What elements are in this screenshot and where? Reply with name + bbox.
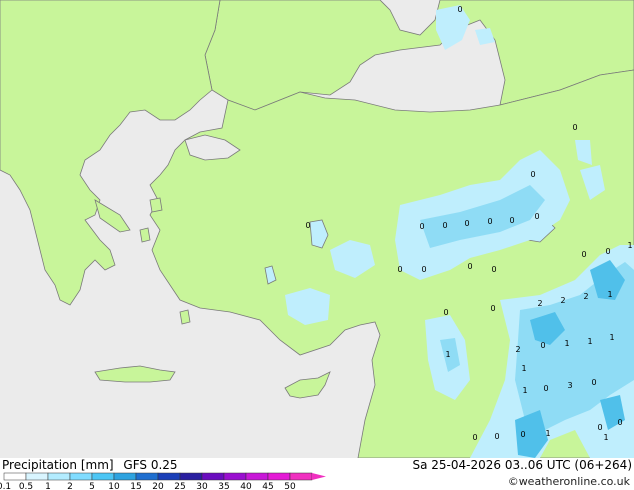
map-value-label: 0: [494, 432, 499, 441]
land-rhodes: [179, 309, 191, 325]
map-value-label: 0: [472, 433, 477, 442]
legend-swatch: [69, 472, 93, 481]
legend-swatch: [91, 472, 115, 481]
legend-tick-label: 35: [218, 482, 229, 490]
legend-tick-label: 25: [174, 482, 185, 490]
legend-swatch: [223, 472, 247, 481]
legend-arrow: [312, 473, 326, 480]
legend-swatch: [157, 472, 181, 481]
map-value-label: 2: [583, 292, 588, 301]
map-value-label: 0: [419, 222, 424, 231]
legend-tick-label: 45: [262, 482, 273, 490]
map-value-label: 0: [534, 212, 539, 221]
legend-tick-label: 50: [284, 482, 296, 490]
legend-swatch: [25, 472, 49, 481]
map-value-label: 1: [521, 364, 526, 373]
legend-swatch: [245, 472, 269, 481]
map-value-label: 0: [467, 262, 472, 271]
legend-swatch: [3, 472, 27, 481]
model-label: GFS 0.25: [123, 458, 178, 472]
map-value-label: 2: [537, 299, 542, 308]
map-value-label: 0: [442, 221, 447, 230]
map-value-label: 0: [464, 219, 469, 228]
map-value-label: 0: [491, 265, 496, 274]
map-value-label: 0: [443, 308, 448, 317]
map-value-label: 0: [397, 265, 402, 274]
legend-tick-label: 1: [45, 482, 51, 490]
map-value-label: 1: [607, 290, 612, 299]
map-value-label: 0: [572, 123, 577, 132]
map-value-label: 2: [560, 296, 565, 305]
map-value-label: 3: [567, 381, 572, 390]
weather-map-page: 0000000000000000010222120111111030000001…: [0, 0, 634, 490]
legend-tick-label: 2: [67, 482, 73, 490]
map-title: Precipitation [mm] GFS 0.25: [2, 458, 184, 472]
legend-tick-label: 40: [240, 482, 252, 490]
legend-tick-label: 20: [152, 482, 164, 490]
map-value-label: 0: [581, 250, 586, 259]
legend-swatch: [267, 472, 291, 481]
legend-swatch: [47, 472, 71, 481]
legend-swatch: [289, 472, 313, 481]
map-value-label: 1: [603, 433, 608, 442]
map-value-label: 0: [530, 170, 535, 179]
map-value-label: 1: [609, 333, 614, 342]
legend-tick-label: 5: [89, 482, 95, 490]
legend-swatch: [113, 472, 137, 481]
precipitation-map: 0000 0 0 0 0 000 0 0 00 00102 2 2 12 0 1 1 1111 0 3 0000 0 0 1…: [0, 0, 634, 458]
map-value-label: 1: [545, 429, 550, 438]
map-value-label: 1: [587, 337, 592, 346]
map-value-label: 0: [490, 304, 495, 313]
map-footer: Precipitation [mm] GFS 0.25 Sa 25-04-202…: [0, 458, 634, 490]
land-lesbos: [149, 197, 163, 213]
map-value-label: 2: [515, 345, 520, 354]
legend-tick-label: 30: [196, 482, 208, 490]
map-value-label: 0: [487, 217, 492, 226]
map-value-label: 0: [540, 341, 545, 350]
map-value-label: 0: [543, 384, 548, 393]
legend-swatch: [201, 472, 225, 481]
map-value-label: 0: [617, 418, 622, 427]
map-value-label: 0: [305, 221, 310, 230]
legend-tick-label: 0.5: [19, 482, 33, 490]
product-label: Precipitation [mm]: [2, 458, 114, 472]
map-value-label: 0: [597, 423, 602, 432]
map-value-label: 0: [520, 430, 525, 439]
valid-time: Sa 25-04-2026 03..06 UTC (06+264): [412, 458, 632, 472]
map-value-label: 0: [605, 247, 610, 256]
legend-tick-label: 0.1: [0, 482, 11, 490]
legend-swatch: [135, 472, 159, 481]
legend-swatch: [179, 472, 203, 481]
map-value-label: 0: [457, 5, 462, 14]
legend-tick-label: 15: [130, 482, 141, 490]
map-value-label: 1: [564, 339, 569, 348]
map-value-label: 0: [421, 265, 426, 274]
map-value-label: 1: [522, 386, 527, 395]
map-value-label: 1: [445, 350, 450, 359]
color-legend: 0.10.5125101520253035404550: [0, 472, 326, 490]
credit-text: ©weatheronline.co.uk: [507, 475, 630, 488]
map-value-label: 0: [591, 378, 596, 387]
legend-tick-label: 10: [108, 482, 120, 490]
map-value-label: 1: [627, 241, 632, 250]
land-chios: [139, 227, 151, 243]
map-value-label: 0: [509, 216, 514, 225]
